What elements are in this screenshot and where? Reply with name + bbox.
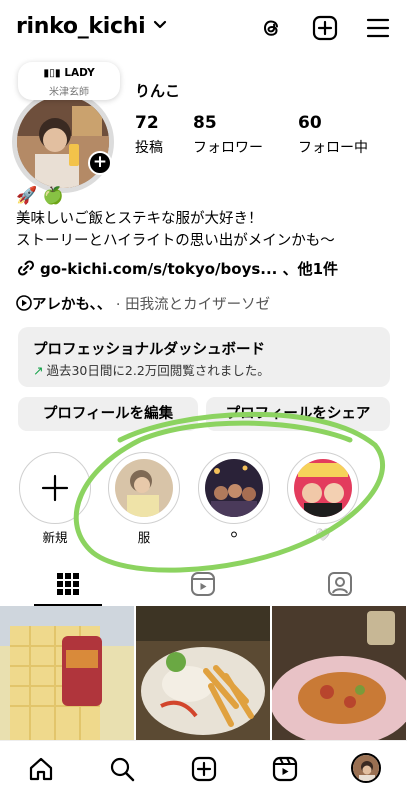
music-separator: ·: [111, 297, 126, 313]
reels-icon[interactable]: [271, 755, 299, 783]
bottom-navigation: [0, 740, 407, 800]
top-bar: rinko_kichi: [0, 0, 407, 56]
search-icon[interactable]: [108, 755, 136, 783]
edit-profile-button[interactable]: プロフィールを編集: [18, 397, 198, 431]
plus-icon: [41, 474, 68, 501]
create-icon[interactable]: [190, 755, 218, 783]
note-title: ▮▯▮ LADY: [18, 67, 120, 79]
music-bars-icon: ▮▯▮: [43, 67, 65, 79]
add-story-button[interactable]: +: [88, 151, 112, 175]
bio-emoji-line: 🚀 🍏: [16, 185, 64, 207]
stat-posts[interactable]: 72 投稿: [135, 113, 163, 157]
highlight-ring: [287, 452, 359, 524]
stat-followers-label: フォロワー: [193, 140, 263, 156]
bio-line-1: 美味しいご飯とステキな服が大好き！: [16, 211, 263, 227]
highlight-ring: [198, 452, 270, 524]
highlight-image: [205, 459, 263, 517]
stat-posts-label: 投稿: [135, 140, 163, 156]
music-song: アレかも、、: [32, 297, 112, 313]
stat-followers-value: 85: [193, 113, 217, 133]
menu-icon[interactable]: [364, 14, 392, 42]
highlight-ring: [19, 452, 91, 524]
username-switcher[interactable]: rinko_kichi: [16, 14, 146, 39]
stat-followers[interactable]: 85 フォロワー: [193, 113, 263, 157]
profile-avatar[interactable]: [351, 753, 381, 783]
highlight-label: 新規: [42, 530, 68, 545]
note-title-text: LADY: [64, 67, 95, 79]
home-icon[interactable]: [27, 755, 55, 783]
highlight-label: ⚪: [228, 527, 240, 542]
professional-dashboard[interactable]: プロフェッショナルダッシュボード ↗ 過去30日間に2.2万回閲覧されました。: [18, 327, 390, 387]
highlight-label: 🤍: [315, 527, 331, 542]
highlight-image: [294, 459, 352, 517]
stat-following-label: フォロー中: [298, 140, 368, 156]
play-circle-icon: [16, 295, 32, 311]
bio-line-2: ストーリーとハイライトの思い出がメインかも〜: [16, 233, 335, 249]
profile-link-text: go-kichi.com/s/tokyo/boys... 、他1件: [40, 260, 339, 278]
highlight-label: 服: [137, 530, 151, 545]
dashboard-subtitle-text: 過去30日間に2.2万回閲覧されました。: [46, 363, 270, 378]
stat-following-value: 60: [298, 113, 322, 133]
grid-icon[interactable]: [56, 572, 80, 596]
trend-up-icon: ↗: [33, 363, 44, 378]
profile-tabs: [0, 566, 407, 606]
post-thumbnail[interactable]: [0, 606, 134, 740]
highlight-image: [115, 459, 173, 517]
post-thumbnail[interactable]: [136, 606, 270, 740]
highlight-ring: [108, 452, 180, 524]
stat-posts-value: 72: [135, 113, 159, 133]
reels-icon[interactable]: [190, 571, 216, 597]
highlight-new[interactable]: 新規: [19, 452, 91, 545]
post-thumbnail[interactable]: [272, 606, 406, 740]
link-icon: [17, 260, 35, 276]
rocket-emoji: 🚀: [16, 186, 38, 206]
profile-link[interactable]: go-kichi.com/s/tokyo/boys... 、他1件: [16, 258, 338, 279]
profile-avatar[interactable]: [12, 91, 114, 193]
display-name: りんこ: [135, 82, 181, 100]
music-artist: 田我流とカイザーソゼ: [125, 297, 271, 313]
profile-music[interactable]: アレかも、、 · 田我流とカイザーソゼ: [16, 293, 270, 314]
chevron-down-icon[interactable]: [153, 20, 167, 30]
threads-icon[interactable]: [258, 14, 286, 42]
stat-following[interactable]: 60 フォロー中: [298, 113, 368, 157]
note-bubble[interactable]: ▮▯▮ LADY 米津玄師: [18, 62, 120, 100]
apple-emoji: 🍏: [42, 186, 64, 206]
highlight-heart[interactable]: 🤍: [287, 452, 359, 543]
highlight-pearl[interactable]: ⚪: [198, 452, 270, 543]
dashboard-title: プロフェッショナルダッシュボード: [33, 342, 265, 358]
share-profile-button[interactable]: プロフィールをシェア: [206, 397, 390, 431]
dashboard-subtitle: ↗ 過去30日間に2.2万回閲覧されました。: [33, 360, 270, 379]
note-subtitle: 米津玄師: [49, 87, 89, 98]
tagged-icon[interactable]: [327, 571, 353, 597]
new-post-icon[interactable]: [311, 14, 339, 42]
highlight-clothes[interactable]: 服: [108, 452, 180, 545]
